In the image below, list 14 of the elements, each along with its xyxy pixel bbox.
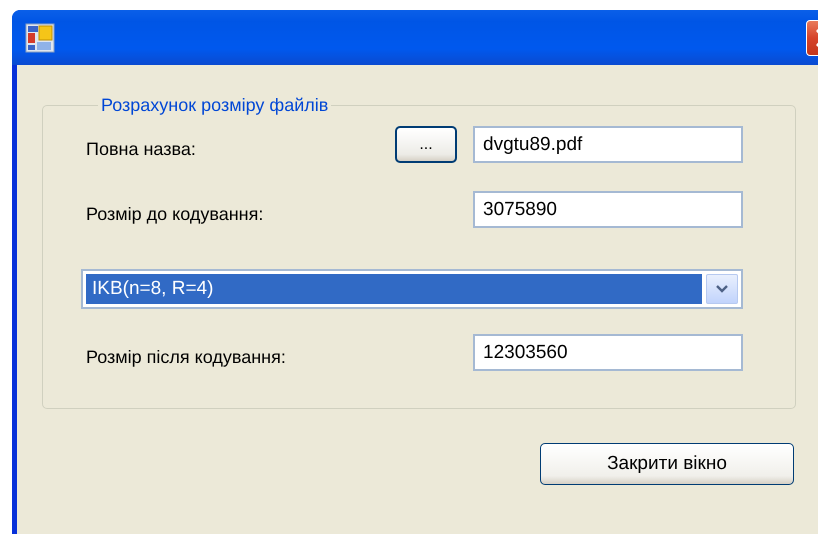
group-title: Розрахунок розміру файлів (100, 95, 330, 116)
chevron-down-icon (715, 284, 729, 294)
input-field[interactable]: dvgtu89.pdf (473, 126, 743, 163)
dropdown-value: IKB(n=8, R=4) (86, 274, 702, 304)
field-label: Розмір після кодування: (86, 346, 287, 368)
input-field[interactable]: 12303560 (473, 334, 743, 371)
app-icon (25, 22, 55, 52)
browse-button[interactable]: ... (395, 126, 457, 163)
dropdown-button[interactable] (706, 274, 738, 304)
input-field[interactable]: 3075890 (473, 191, 743, 228)
field-label: Повна назва: (86, 138, 197, 160)
field-label: Розмір до кодування: (86, 203, 264, 225)
close-window-button[interactable]: Закрити вікно (540, 443, 794, 485)
dropdown[interactable]: IKB(n=8, R=4) (81, 269, 743, 309)
